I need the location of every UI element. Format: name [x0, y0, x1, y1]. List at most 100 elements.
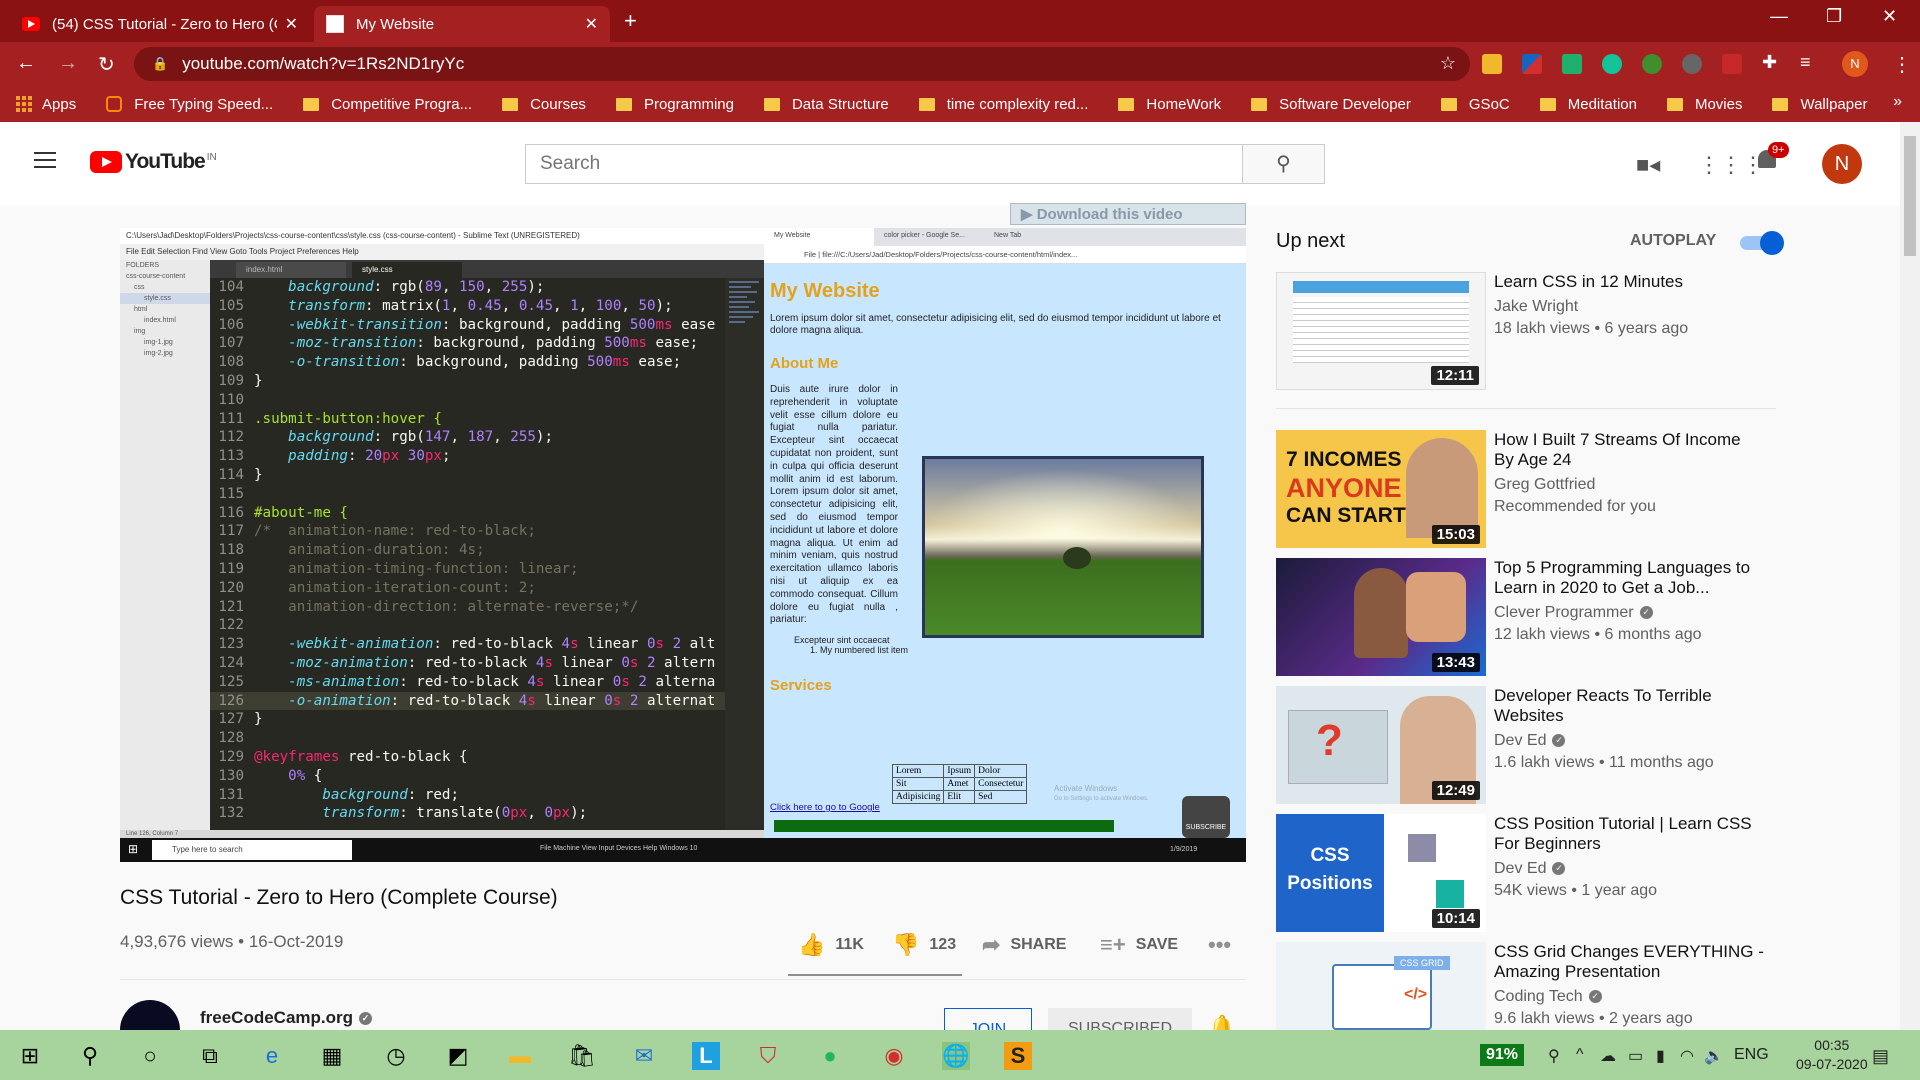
network-app-icon[interactable]: 🌐	[942, 1042, 970, 1070]
search-icon[interactable]: ⚲	[76, 1042, 104, 1070]
spotify-icon[interactable]: ●	[816, 1042, 844, 1070]
create-video-icon[interactable]: ■◂	[1636, 152, 1660, 178]
video-thumbnail[interactable]: 12:11	[1276, 272, 1486, 390]
video-thumbnail[interactable]: CSS GRID </>	[1276, 942, 1486, 1030]
close-icon[interactable]: ✕	[585, 14, 598, 34]
new-tab-button[interactable]: +	[624, 8, 637, 34]
tab-youtube[interactable]: (54) CSS Tutorial - Zero to Hero (Comple…	[10, 6, 310, 42]
extension-icon[interactable]	[1682, 54, 1702, 74]
onedrive-icon[interactable]: ☁	[1600, 1046, 1616, 1066]
code-line: 118 animation-duration: 4s;	[210, 541, 725, 560]
clock-app-icon[interactable]: ◷	[382, 1042, 410, 1070]
network-icon[interactable]: ▭	[1628, 1046, 1643, 1066]
bookmark-folder[interactable]: Movies	[1666, 96, 1742, 113]
more-bookmarks-icon[interactable]: »	[1893, 93, 1902, 111]
mail-icon[interactable]: ✉	[630, 1042, 658, 1070]
edge-icon[interactable]: e	[258, 1042, 286, 1070]
notifications-bell-icon[interactable]: 9+	[1756, 142, 1789, 174]
channel-name[interactable]: freeCodeCamp.org ✓	[200, 1008, 373, 1028]
adblock-icon[interactable]	[1722, 54, 1742, 74]
sublime-text-icon[interactable]: S	[1004, 1042, 1032, 1070]
bookmark-apps[interactable]: Apps	[16, 96, 76, 113]
share-button[interactable]: ➦ SHARE	[982, 932, 1066, 958]
close-window-icon[interactable]: ✕	[1882, 6, 1897, 27]
extension-icon[interactable]	[1482, 54, 1502, 74]
close-icon[interactable]: ✕	[285, 14, 298, 34]
extension-icon[interactable]	[1522, 54, 1542, 74]
chrome-icon[interactable]: ◉	[880, 1042, 908, 1070]
store-icon[interactable]: 🛍	[568, 1042, 596, 1070]
bookmark-folder[interactable]: Courses	[502, 96, 586, 113]
menu-icon[interactable]	[34, 152, 56, 173]
language-indicator[interactable]: ENG	[1734, 1046, 1769, 1064]
search-button[interactable]: ⚲	[1243, 144, 1325, 184]
page-scrollbar[interactable]	[1900, 122, 1920, 1030]
sticky-notes-icon[interactable]: ◩	[444, 1042, 472, 1070]
action-center-icon[interactable]: ▤	[1872, 1046, 1889, 1067]
youtube-logo[interactable]: YouTube IN	[90, 150, 217, 174]
bookmark-folder[interactable]: Software Developer	[1251, 96, 1411, 113]
bookmark-folder[interactable]: Wallpaper	[1772, 96, 1867, 113]
recommendation-item[interactable]: ? 12:49 Developer Reacts To Terrible Web…	[1276, 686, 1776, 804]
video-thumbnail[interactable]: 13:43	[1276, 558, 1486, 676]
grammarly-icon[interactable]	[1602, 54, 1622, 74]
bookmark-folder[interactable]: Meditation	[1539, 96, 1637, 113]
bookmark-folder[interactable]: GSoC	[1440, 96, 1510, 113]
download-video-button[interactable]: ▶ Download this video	[1010, 203, 1246, 225]
maximize-icon[interactable]: ❐	[1826, 6, 1842, 27]
windows-start-icon[interactable]: ⊞	[16, 1042, 44, 1070]
extension-icon[interactable]	[1642, 54, 1662, 74]
video-thumbnail[interactable]: ? 12:49	[1276, 686, 1486, 804]
recommendation-item[interactable]: 13:43 Top 5 Programming Languages to Lea…	[1276, 558, 1776, 676]
system-clock[interactable]: 00:35 09-07-2020	[1796, 1036, 1868, 1074]
more-menu-icon[interactable]: ⋮	[1892, 52, 1912, 77]
more-actions-button[interactable]: •••	[1208, 932, 1241, 958]
extension-icon[interactable]	[1562, 54, 1582, 74]
bookmark-folder[interactable]: HomeWork	[1118, 96, 1221, 113]
like-button[interactable]: 👍 11K	[798, 932, 864, 958]
person-icon[interactable]: ⚲	[1548, 1046, 1560, 1066]
recommendation-item[interactable]: 7 INCOMES ANYONE CAN START 15:03 How I B…	[1276, 430, 1776, 548]
account-avatar[interactable]: N	[1822, 144, 1862, 184]
app-l-icon[interactable]: L	[692, 1042, 720, 1070]
forward-icon[interactable]: →	[58, 52, 78, 75]
address-bar[interactable]: 🔒 youtube.com/watch?v=1Rs2ND1ryYc ☆	[134, 47, 1470, 81]
tab-my-website[interactable]: My Website ✕	[314, 6, 610, 42]
autoplay-toggle[interactable]	[1740, 231, 1784, 255]
bookmark-item[interactable]: Free Typing Speed...	[106, 96, 273, 113]
reload-icon[interactable]: ↻	[98, 52, 115, 77]
media-icon[interactable]: ≡	[1800, 52, 1811, 73]
profile-avatar[interactable]: N	[1842, 51, 1868, 77]
apps-icon[interactable]: ⋮⋮⋮	[1698, 152, 1764, 178]
save-button[interactable]: ≡+ SAVE	[1100, 932, 1178, 958]
back-icon[interactable]: ←	[16, 52, 36, 75]
bookmark-label: HomeWork	[1146, 95, 1222, 113]
bookmark-folder[interactable]: time complexity red...	[918, 96, 1088, 113]
file-explorer-icon[interactable]: ▬	[506, 1042, 534, 1070]
wifi-icon[interactable]: ◠	[1680, 1046, 1694, 1066]
recommendation-item[interactable]: 12:11 Learn CSS in 12 Minutes Jake Wrigh…	[1276, 272, 1776, 390]
dislike-button[interactable]: 👎 123	[892, 932, 956, 958]
thumbs-down-icon: 👎	[892, 932, 920, 957]
battery-icon[interactable]: ▮	[1656, 1046, 1665, 1066]
search-input[interactable]	[525, 144, 1243, 184]
bookmark-star-icon[interactable]: ☆	[1440, 53, 1456, 74]
cortana-icon[interactable]: ○	[136, 1042, 164, 1070]
video-thumbnail[interactable]: 7 INCOMES ANYONE CAN START 15:03	[1276, 430, 1486, 548]
mcafee-icon[interactable]: ⛉	[754, 1042, 782, 1070]
video-thumbnail[interactable]: CSS Positions 10:14	[1276, 814, 1486, 932]
recommendation-item[interactable]: CSS Positions 10:14 CSS Position Tutoria…	[1276, 814, 1776, 932]
bookmark-folder[interactable]: Programming	[615, 96, 734, 113]
recommendation-item[interactable]: CSS GRID </> CSS Grid Changes EVERYTHING…	[1276, 942, 1776, 1030]
chevron-up-icon[interactable]: ^	[1576, 1046, 1584, 1064]
bookmark-folder[interactable]: Data Structure	[763, 96, 889, 113]
extensions-puzzle-icon[interactable]: ✚	[1762, 52, 1777, 73]
video-player[interactable]: C:\Users\Jad\Desktop\Folders\Projects\cs…	[120, 228, 1246, 862]
task-view-icon[interactable]: ⧉	[196, 1042, 224, 1070]
typing-site-icon	[106, 96, 123, 112]
volume-icon[interactable]: 🔈	[1704, 1046, 1724, 1066]
battery-indicator[interactable]: 91%	[1480, 1044, 1525, 1066]
bookmark-folder[interactable]: Competitive Progra...	[303, 96, 472, 113]
minimize-icon[interactable]: —	[1770, 6, 1788, 27]
calculator-icon[interactable]: ▦	[318, 1042, 346, 1070]
